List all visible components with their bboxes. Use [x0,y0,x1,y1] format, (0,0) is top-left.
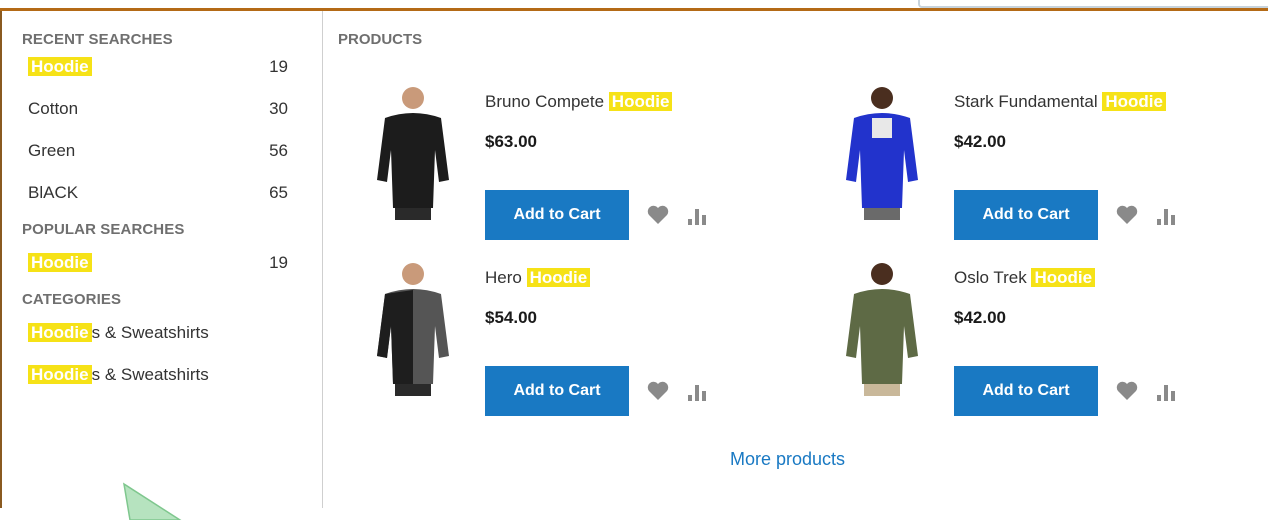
autocomplete-sidebar: RECENT SEARCHES Hoodie 19 Cotton 30 Gree… [22,30,294,396]
product-item: Stark Fundamental Hoodie $42.00 Add to C… [832,80,1232,250]
popular-search-count: 19 [269,253,288,272]
product-name[interactable]: Bruno Compete Hoodie [485,90,673,114]
product-price: $42.00 [954,308,1006,327]
recent-search-item[interactable]: Cotton 30 [22,88,294,130]
column-divider [322,11,323,508]
recent-search-count: 19 [269,57,288,76]
category-highlight: Hoodie [28,323,92,342]
product-item: Hero Hoodie $54.00 Add to Cart [363,256,763,426]
heart-icon[interactable] [646,203,670,227]
product-image[interactable] [832,256,932,396]
recent-search-count: 65 [269,183,288,202]
recent-search-item[interactable]: BlACK 65 [22,172,294,214]
recent-search-item[interactable]: Green 56 [22,130,294,172]
category-item[interactable]: Hoodie s & Sweatshirts [22,312,294,354]
recent-search-label: Green [28,141,76,160]
product-item: Bruno Compete Hoodie $63.00 Add to Cart [363,80,763,250]
category-highlight: Hoodie [28,365,92,384]
categories-title: CATEGORIES [22,291,122,308]
product-price: $42.00 [954,132,1006,151]
category-item[interactable]: Hoodie s & Sweatshirts [22,354,294,396]
product-name[interactable]: Hero Hoodie [485,266,591,290]
product-price: $54.00 [485,308,537,327]
product-image[interactable] [363,256,463,396]
product-name[interactable]: Oslo Trek Hoodie [954,266,1096,290]
product-item: Oslo Trek Hoodie $42.00 Add to Cart [832,256,1232,426]
add-to-cart-button[interactable]: Add to Cart [954,366,1098,416]
more-products-link[interactable]: More products [730,447,845,471]
pointer-cursor-icon [122,482,182,520]
recent-search-count: 56 [269,141,288,160]
popular-search-label: Hoodie [28,253,92,272]
autocomplete-left-border [0,11,2,508]
product-price: $63.00 [485,132,537,151]
compare-icon[interactable] [1155,204,1179,228]
add-to-cart-button[interactable]: Add to Cart [954,190,1098,240]
compare-icon[interactable] [686,380,710,404]
heart-icon[interactable] [646,379,670,403]
recent-search-label: Cotton [28,99,79,118]
recent-search-label: BlACK [28,183,79,202]
compare-icon[interactable] [686,204,710,228]
search-field-edge [918,0,1268,8]
category-label-rest: s & Sweatshirts [91,365,209,384]
add-to-cart-button[interactable]: Add to Cart [485,190,629,240]
popular-search-item[interactable]: Hoodie 19 [22,242,294,284]
products-title: PRODUCTS [338,31,423,48]
product-image[interactable] [832,80,932,220]
add-to-cart-button[interactable]: Add to Cart [485,366,629,416]
autocomplete-top-border [0,8,1268,11]
recent-search-label: Hoodie [28,57,92,76]
compare-icon[interactable] [1155,380,1179,404]
category-label-rest: s & Sweatshirts [91,323,209,342]
recent-search-count: 30 [269,99,288,118]
heart-icon[interactable] [1115,379,1139,403]
popular-searches-title: POPULAR SEARCHES [22,221,185,238]
recent-searches-title: RECENT SEARCHES [22,31,173,48]
product-name[interactable]: Stark Fundamental Hoodie [954,90,1166,114]
heart-icon[interactable] [1115,203,1139,227]
product-image[interactable] [363,80,463,220]
